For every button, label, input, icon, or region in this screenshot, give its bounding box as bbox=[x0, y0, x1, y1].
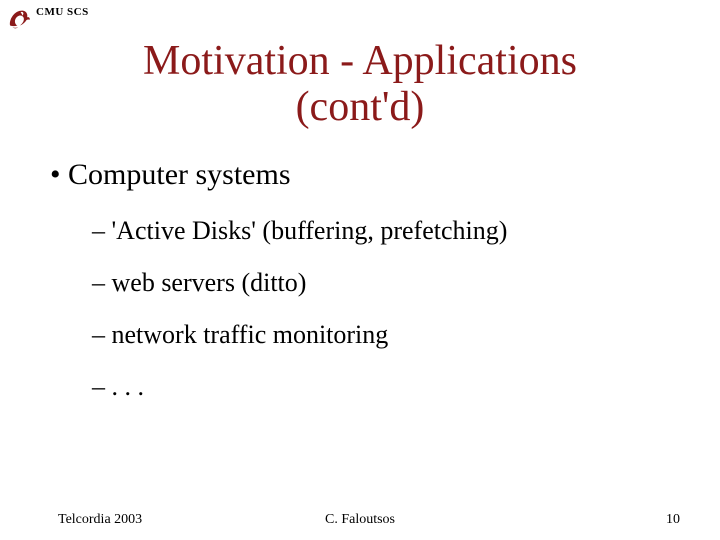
bullet-l2-2-text: web servers (ditto) bbox=[112, 268, 307, 297]
bullet-l2-3-text: network traffic monitoring bbox=[112, 320, 389, 349]
bullet-l1-text: Computer systems bbox=[68, 158, 291, 191]
slide-title: Motivation - Applications (cont'd) bbox=[0, 38, 720, 130]
bullet-l2-1-text: 'Active Disks' (buffering, prefetching) bbox=[112, 216, 508, 245]
footer-page-number: 10 bbox=[666, 512, 680, 528]
bullet-level2-4: . . . bbox=[92, 372, 670, 402]
title-line-1: Motivation - Applications bbox=[143, 38, 577, 84]
footer-author: C. Faloutsos bbox=[0, 512, 720, 528]
slide-header: CMU SCS bbox=[6, 6, 89, 32]
cmu-dragon-logo-icon bbox=[6, 6, 32, 32]
bullet-level1: Computer systems bbox=[50, 158, 670, 192]
bullet-l2-4-text: . . . bbox=[112, 372, 145, 401]
bullet-level2-1: 'Active Disks' (buffering, prefetching) bbox=[92, 216, 670, 246]
slide-content: Computer systems 'Active Disks' (bufferi… bbox=[50, 158, 670, 424]
header-org-label: CMU SCS bbox=[36, 6, 89, 18]
bullet-level2-3: network traffic monitoring bbox=[92, 320, 670, 350]
bullet-level2-2: web servers (ditto) bbox=[92, 268, 670, 298]
title-line-2: (cont'd) bbox=[296, 84, 425, 130]
